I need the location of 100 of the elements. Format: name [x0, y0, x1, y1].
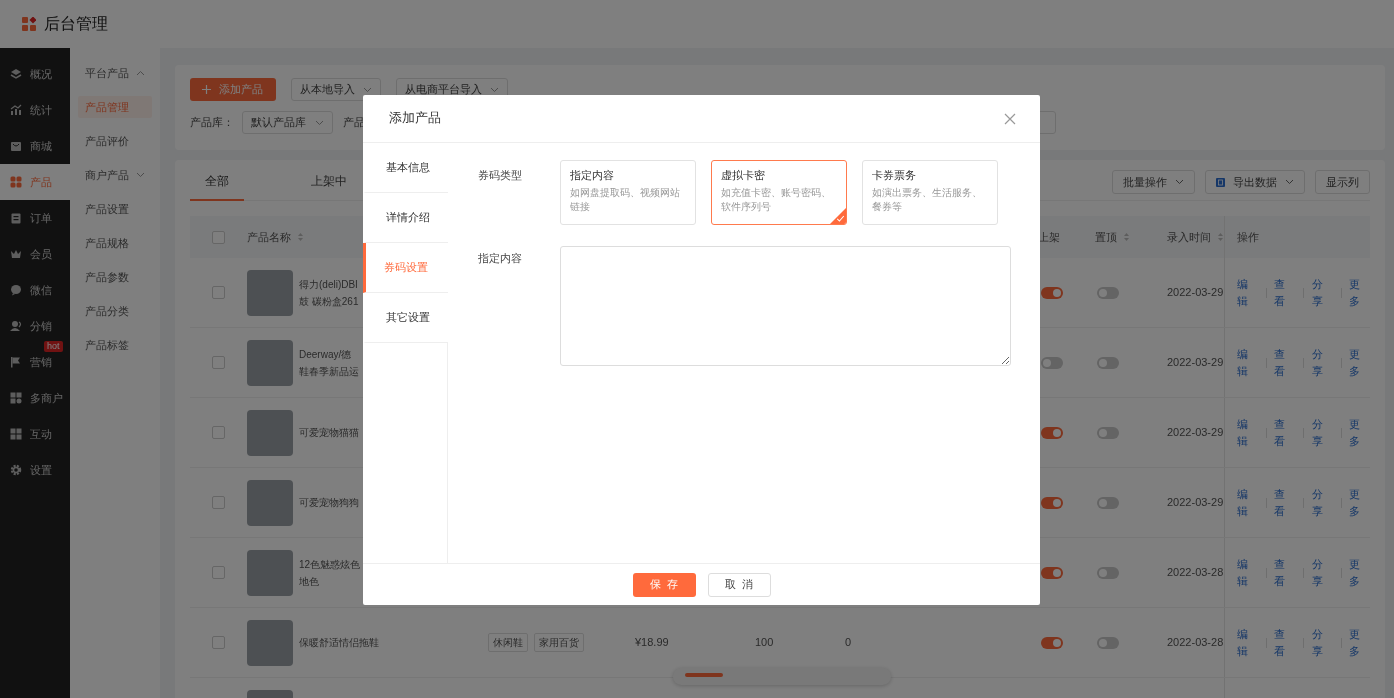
- subnav-group[interactable]: 商户产品: [78, 163, 152, 187]
- action-link[interactable]: 分享: [1311, 626, 1333, 659]
- action-link[interactable]: 编辑: [1237, 416, 1258, 449]
- action-link[interactable]: 更多: [1349, 416, 1370, 449]
- modal-tab[interactable]: 其它设置: [363, 293, 448, 343]
- sidebar-item[interactable]: 会员: [0, 236, 70, 272]
- action-link[interactable]: 查看: [1274, 416, 1296, 449]
- sidebar-item[interactable]: 产品: [0, 164, 70, 200]
- action-link[interactable]: 编辑: [1237, 626, 1258, 659]
- subnav-group[interactable]: 平台产品: [78, 61, 152, 85]
- sort-icon[interactable]: [1217, 232, 1224, 242]
- tab[interactable]: 上架中: [296, 160, 362, 201]
- shelf-toggle[interactable]: [1041, 356, 1063, 369]
- action-link[interactable]: 分享: [1311, 416, 1333, 449]
- action-link[interactable]: 查看: [1274, 276, 1296, 309]
- sidebar-item[interactable]: 微信: [0, 272, 70, 308]
- action-link[interactable]: 更多: [1349, 346, 1370, 379]
- pin-toggle[interactable]: [1097, 286, 1119, 299]
- action-link[interactable]: 更多: [1349, 626, 1370, 659]
- type-option-card[interactable]: 指定内容 如网盘提取码、视频网站链接: [560, 160, 696, 225]
- option-title: 卡券票务: [872, 168, 917, 183]
- column-header[interactable]: 产品名称: [247, 228, 304, 246]
- modal-tab[interactable]: 券码设置: [363, 243, 448, 293]
- action-link[interactable]: 查看: [1274, 486, 1296, 519]
- settings-icon: [10, 464, 22, 476]
- action-link[interactable]: 分享: [1311, 556, 1333, 589]
- row-checkbox[interactable]: [212, 286, 225, 299]
- modal-tab[interactable]: 基本信息: [363, 143, 448, 193]
- columns-button[interactable]: 显示列: [1315, 170, 1370, 194]
- action-link[interactable]: 查看: [1274, 556, 1296, 589]
- subnav-item[interactable]: 产品分类: [78, 299, 152, 323]
- shelf-toggle[interactable]: [1041, 566, 1063, 579]
- row-checkbox[interactable]: [212, 496, 225, 509]
- subnav-item[interactable]: 产品设置: [78, 197, 152, 221]
- option-title: 虚拟卡密: [721, 168, 766, 183]
- pin-toggle[interactable]: [1097, 356, 1119, 369]
- row-checkbox[interactable]: [212, 426, 225, 439]
- column-header[interactable]: 录入时间: [1167, 228, 1224, 246]
- sidebar-item[interactable]: 互动: [0, 416, 70, 452]
- subnav-item[interactable]: 产品标签: [78, 333, 152, 357]
- sidebar-item[interactable]: 商城: [0, 128, 70, 164]
- sidebar-item[interactable]: 设置: [0, 452, 70, 488]
- shelf-toggle[interactable]: [1041, 496, 1063, 509]
- scrollbar[interactable]: [673, 668, 891, 685]
- cancel-button[interactable]: 取消: [707, 572, 771, 597]
- type-option-card[interactable]: 虚拟卡密 如充值卡密、账号密码、软件序列号: [711, 160, 847, 225]
- subnav-item[interactable]: 产品参数: [78, 265, 152, 289]
- pin-toggle[interactable]: [1097, 496, 1119, 509]
- row-checkbox[interactable]: [212, 566, 225, 579]
- action-dropdown[interactable]: 导出数据: [1205, 170, 1305, 194]
- action-link[interactable]: 编辑: [1237, 486, 1258, 519]
- sidebar-item[interactable]: hot 营销: [0, 344, 70, 380]
- column-header[interactable]: 置顶: [1095, 228, 1130, 246]
- shelf-toggle[interactable]: [1041, 426, 1063, 439]
- photo-placeholder: [247, 339, 293, 386]
- type-option-card[interactable]: 卡券票务 如演出票务、生活服务、餐券等: [862, 160, 998, 225]
- sort-icon[interactable]: [1123, 232, 1130, 242]
- subnav-item[interactable]: 产品规格: [78, 231, 152, 255]
- action-dropdown[interactable]: 批量操作: [1112, 170, 1195, 194]
- add-product-button[interactable]: 添加产品: [190, 78, 276, 101]
- app-title: 后台管理: [44, 14, 108, 34]
- content-textarea[interactable]: [560, 246, 1011, 366]
- option-description: 如网盘提取码、视频网站链接: [570, 185, 681, 214]
- action-link[interactable]: 查看: [1274, 626, 1296, 659]
- price-text: ¥18.99: [635, 635, 669, 651]
- pin-toggle[interactable]: [1097, 566, 1119, 579]
- chevron-down-icon: [1175, 179, 1184, 185]
- action-link[interactable]: 编辑: [1237, 346, 1258, 379]
- row-checkbox[interactable]: [212, 636, 225, 649]
- close-icon[interactable]: [1004, 112, 1016, 125]
- action-link[interactable]: 分享: [1311, 276, 1333, 309]
- sort-icon[interactable]: [297, 232, 304, 242]
- shelf-toggle[interactable]: [1041, 286, 1063, 299]
- action-link[interactable]: 分享: [1311, 346, 1333, 379]
- row-checkbox[interactable]: [212, 356, 225, 369]
- sidebar-item[interactable]: 概况: [0, 56, 70, 92]
- pin-toggle[interactable]: [1097, 426, 1119, 439]
- shelf-toggle[interactable]: [1041, 636, 1063, 649]
- action-link[interactable]: 分享: [1311, 486, 1333, 519]
- grid-icon: [10, 428, 22, 440]
- subnav-item[interactable]: 产品管理: [78, 95, 152, 119]
- save-button[interactable]: 保存: [632, 572, 696, 597]
- import-dropdown[interactable]: 从本地导入: [291, 78, 381, 101]
- action-link[interactable]: 编辑: [1237, 556, 1258, 589]
- select-all-checkbox[interactable]: [212, 230, 225, 244]
- action-link[interactable]: 编辑: [1237, 276, 1258, 309]
- action-link[interactable]: 更多: [1349, 556, 1370, 589]
- sidebar-item[interactable]: 订单: [0, 200, 70, 236]
- pin-toggle[interactable]: [1097, 636, 1119, 649]
- sidebar-item[interactable]: 统计: [0, 92, 70, 128]
- modal-tab[interactable]: 详情介绍: [363, 193, 448, 243]
- sidebar-item[interactable]: 多商户: [0, 380, 70, 416]
- action-link[interactable]: 更多: [1349, 276, 1370, 309]
- photo-placeholder: [247, 549, 293, 596]
- subnav-item[interactable]: 产品评价: [78, 129, 152, 153]
- tab[interactable]: 全部: [190, 160, 244, 201]
- action-link[interactable]: 更多: [1349, 486, 1370, 519]
- action-link[interactable]: 查看: [1274, 346, 1296, 379]
- select-field[interactable]: 默认产品库: [242, 111, 333, 134]
- clipboard-icon: [10, 212, 22, 224]
